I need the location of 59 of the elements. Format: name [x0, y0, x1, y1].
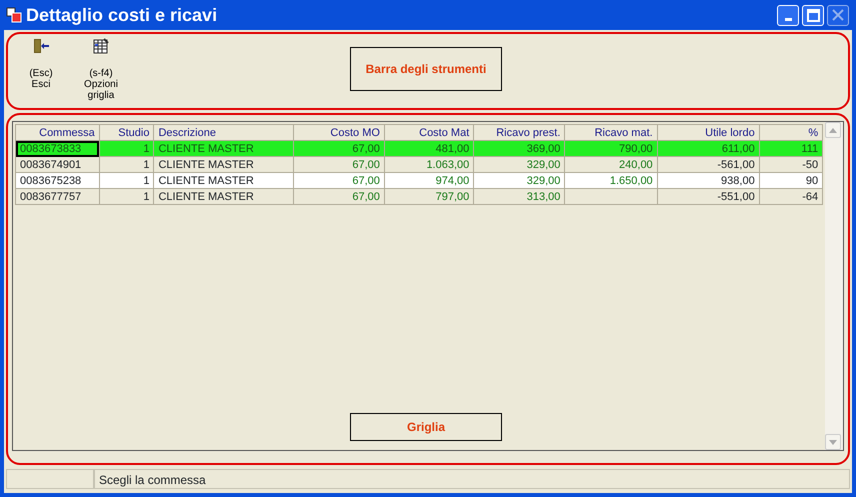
table-cell: 0083675238 — [16, 172, 100, 188]
table-cell: 790,00 — [564, 140, 658, 156]
table-cell: 0083677757 — [16, 188, 100, 204]
column-header[interactable]: Descrizione — [154, 124, 294, 140]
table-cell: 313,00 — [474, 188, 565, 204]
toolbar-button[interactable]: (Esc) Esci — [18, 38, 64, 104]
table-cell: 974,00 — [384, 172, 474, 188]
column-header[interactable]: Utile lordo — [657, 124, 760, 140]
close-icon — [832, 9, 844, 21]
table-cell: -50 — [759, 156, 823, 172]
minimize-icon — [784, 18, 792, 20]
table-cell: 329,00 — [474, 156, 565, 172]
scroll-down-icon[interactable] — [829, 440, 838, 444]
exit-door-icon — [32, 38, 50, 54]
table-cell: 329,00 — [474, 172, 565, 188]
table-cell: -551,00 — [657, 188, 760, 204]
maximize-icon — [806, 8, 820, 22]
grid-options-icon — [93, 38, 109, 54]
table-cell: 0083674901 — [16, 156, 100, 172]
table-cell: 67,00 — [293, 188, 384, 204]
table-cell: 1 — [99, 140, 154, 156]
table-cell: CLIENTE MASTER — [154, 188, 294, 204]
annotation-label: Griglia — [350, 413, 502, 441]
table-cell: 67,00 — [293, 172, 384, 188]
toolbar-button[interactable]: (s-f4) Opzioni griglia — [78, 38, 124, 104]
table-cell: 938,00 — [657, 172, 760, 188]
table-cell: -561,00 — [657, 156, 760, 172]
annotation-label: Barra degli strumenti — [350, 47, 502, 91]
table-cell: 1 — [99, 188, 154, 204]
table-cell: 481,00 — [384, 140, 474, 156]
column-header[interactable]: Ricavo prest. — [474, 124, 565, 140]
status-message: Scegli la commessa — [94, 469, 850, 489]
table-cell: 1.650,00 — [564, 172, 658, 188]
table-cell: -64 — [759, 188, 823, 204]
maximize-button[interactable] — [802, 4, 824, 26]
table-cell: 67,00 — [293, 140, 384, 156]
column-header[interactable]: Costo MO — [293, 124, 384, 140]
table-cell: 797,00 — [384, 188, 474, 204]
table-cell: 0083673833 — [16, 140, 100, 156]
scroll-up-icon[interactable] — [829, 128, 838, 132]
minimize-button[interactable] — [777, 4, 799, 26]
table-cell: 240,00 — [564, 156, 658, 172]
table-cell: 1 — [99, 172, 154, 188]
column-header[interactable]: Commessa — [16, 124, 100, 140]
scrollbar[interactable] — [825, 122, 843, 450]
table-cell: 67,00 — [293, 156, 384, 172]
table-cell: 369,00 — [474, 140, 565, 156]
column-header[interactable]: Costo Mat — [384, 124, 474, 140]
table-cell: 611,00 — [657, 140, 760, 156]
table-cell: CLIENTE MASTER — [154, 156, 294, 172]
column-header[interactable]: Ricavo mat. — [564, 124, 658, 140]
window-icon — [6, 7, 22, 23]
table-cell: 111 — [759, 140, 823, 156]
window-title: Dettaglio costi e ricavi — [26, 4, 218, 27]
table-cell: CLIENTE MASTER — [154, 172, 294, 188]
table-cell: CLIENTE MASTER — [154, 140, 294, 156]
table-cell: 90 — [759, 172, 823, 188]
table-cell: 1 — [99, 156, 154, 172]
table-cell: 1.063,00 — [384, 156, 474, 172]
